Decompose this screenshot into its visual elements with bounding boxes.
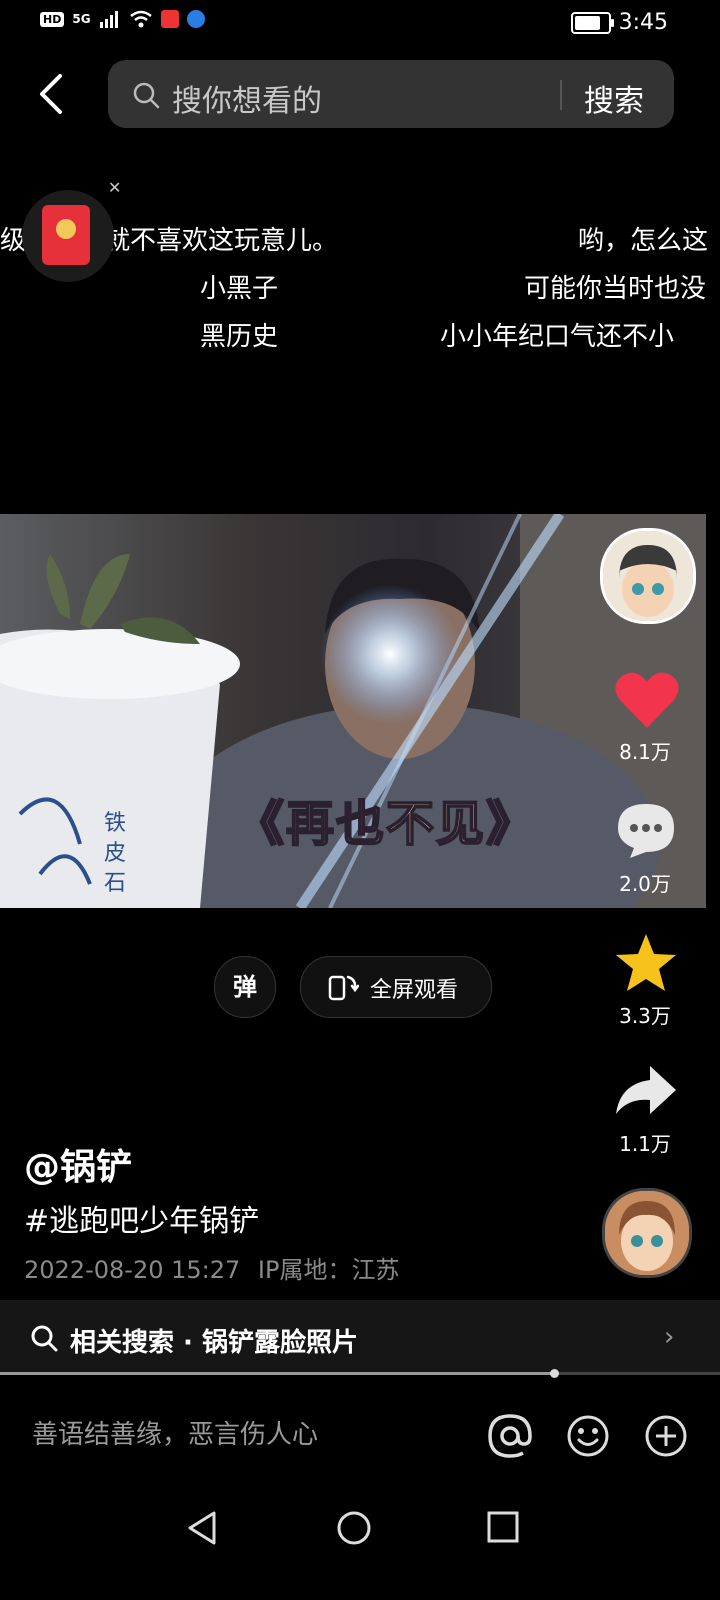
app-notification-icon: [160, 10, 179, 28]
progress-fill: [0, 1372, 555, 1375]
search-divider: [560, 80, 562, 110]
search-icon: [31, 1325, 58, 1352]
fullscreen-label[interactable]: 全屏观看: [370, 972, 458, 1004]
hd-badge: HD: [40, 11, 65, 27]
like-count: 8.1万: [619, 740, 671, 764]
red-packet-icon[interactable]: [42, 205, 90, 265]
rotate-screen-icon: [328, 975, 359, 1001]
chevron-right-icon[interactable]: ›: [664, 1322, 674, 1352]
nav-home-icon[interactable]: [336, 1510, 372, 1546]
danmaku-toggle-button[interactable]: 弹: [214, 956, 276, 1018]
danmaku-item: 黑历史: [200, 322, 279, 352]
hashtag-link[interactable]: #逃跑吧少年锅铲: [24, 1196, 259, 1240]
status-left: HD 5G: [40, 10, 205, 28]
danmaku-item: 小小年纪口气还不小: [440, 322, 675, 352]
system-nav-bar: [0, 1480, 720, 1600]
clock: 3:45: [618, 10, 668, 35]
author-username[interactable]: @锅铲: [24, 1138, 132, 1190]
ip-location: IP属地：江苏: [257, 1256, 400, 1284]
search-button[interactable]: 搜索: [584, 76, 644, 120]
progress-handle[interactable]: [550, 1369, 560, 1378]
music-disc-avatar[interactable]: [602, 1188, 692, 1278]
post-date: 2022-08-20 15:27: [24, 1256, 241, 1284]
signal-icon: [99, 11, 118, 28]
video-caption: 《再也不见》: [235, 795, 537, 853]
network-badge: 5G: [72, 12, 91, 26]
heart-icon[interactable]: [614, 670, 680, 730]
share-icon[interactable]: [614, 1064, 678, 1118]
battery-icon: [570, 11, 614, 34]
danmaku-item: 可能你当时也没: [524, 274, 707, 304]
emoji-icon[interactable]: [566, 1414, 610, 1458]
search-input[interactable]: 搜你想看的: [172, 76, 322, 120]
status-right: 3:45: [570, 10, 668, 35]
star-icon[interactable]: [614, 932, 678, 994]
search-icon: [133, 82, 160, 109]
author-avatar[interactable]: [600, 528, 696, 624]
comment-icon[interactable]: [614, 800, 678, 860]
wifi-icon: [129, 10, 152, 28]
avatar-image: [603, 531, 693, 621]
share-count: 1.1万: [619, 1132, 671, 1156]
browser-notification-icon: [186, 10, 205, 28]
back-icon[interactable]: [34, 72, 74, 116]
pot-text: 铁皮石: [104, 811, 126, 896]
comment-count: 2.0万: [619, 872, 671, 896]
danmaku-item: 哟，怎么这: [578, 226, 709, 256]
close-icon[interactable]: ✕: [108, 178, 121, 197]
related-search-label[interactable]: 相关搜索 · 锅铲露脸照片: [70, 1322, 358, 1359]
post-meta: 2022-08-20 15:27 IP属地：江苏: [24, 1250, 399, 1285]
comment-input[interactable]: 善语结善缘，恶言伤人心: [32, 1414, 318, 1451]
nav-back-icon[interactable]: [186, 1510, 218, 1546]
danmaku-item: 小黑子: [200, 274, 279, 304]
status-bar: HD 5G 3:45: [0, 0, 720, 48]
at-icon[interactable]: [486, 1412, 534, 1460]
add-icon[interactable]: [644, 1414, 688, 1458]
music-avatar-image: [605, 1191, 689, 1275]
favorite-count: 3.3万: [619, 1004, 671, 1028]
nav-recents-icon[interactable]: [486, 1510, 520, 1544]
